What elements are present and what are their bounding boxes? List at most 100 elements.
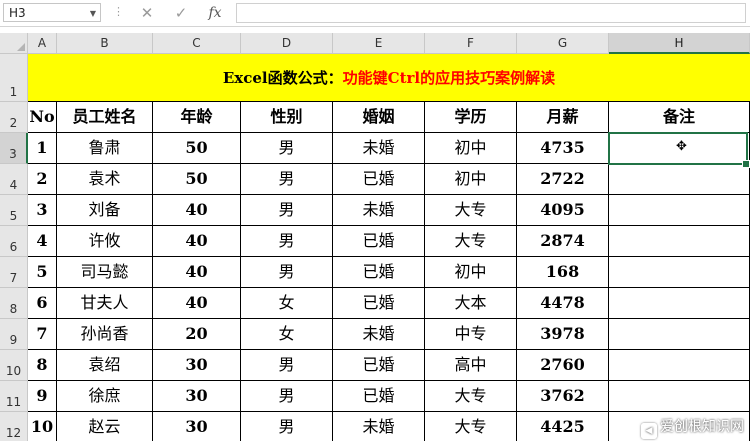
cell-marital[interactable]: 已婚 [333,226,425,257]
cell-salary[interactable]: 2722 [517,164,609,195]
cell-name[interactable]: 徐庶 [57,381,153,412]
cell-gender[interactable]: 男 [241,350,333,381]
row-header-1[interactable]: 1 [0,54,28,102]
cell-name[interactable]: 刘备 [57,195,153,226]
column-header-f[interactable]: F [425,33,517,54]
cell-name[interactable]: 赵云 [57,412,153,441]
cell-no[interactable]: 2 [28,164,57,195]
cell-education[interactable]: 大专 [425,381,517,412]
cell-education[interactable]: 大专 [425,195,517,226]
cell-remark[interactable] [609,350,750,381]
cell-gender[interactable]: 男 [241,257,333,288]
cell-education[interactable]: 高中 [425,350,517,381]
cell-marital[interactable]: 未婚 [333,319,425,350]
cell-age[interactable]: 40 [153,195,241,226]
cell-no[interactable]: 9 [28,381,57,412]
cell-gender[interactable]: 女 [241,288,333,319]
cell-name[interactable]: 鲁肃 [57,133,153,164]
cell-age[interactable]: 30 [153,381,241,412]
cancel-entry-icon[interactable]: ✕ [136,3,158,23]
header-cell-marital[interactable]: 婚姻 [333,102,425,133]
cell-name[interactable]: 甘夫人 [57,288,153,319]
cell-salary[interactable]: 2760 [517,350,609,381]
header-cell-name[interactable]: 员工姓名 [57,102,153,133]
cell-marital[interactable]: 已婚 [333,164,425,195]
cell-salary[interactable]: 2874 [517,226,609,257]
cell-education[interactable]: 初中 [425,257,517,288]
row-header-5[interactable]: 5 [0,195,28,226]
header-cell-gender[interactable]: 性别 [241,102,333,133]
cell-remark[interactable] [609,257,750,288]
more-options-icon[interactable]: ⋮ [113,5,124,18]
header-cell-no[interactable]: No [28,102,57,133]
cell-gender[interactable]: 女 [241,319,333,350]
cell-gender[interactable]: 男 [241,412,333,441]
cell-marital[interactable]: 未婚 [333,412,425,441]
cell-age[interactable]: 50 [153,133,241,164]
cell-marital[interactable]: 未婚 [333,195,425,226]
cell-name[interactable]: 袁术 [57,164,153,195]
cell-education[interactable]: 大本 [425,288,517,319]
insert-function-button[interactable]: fx [204,3,226,23]
cell-gender[interactable]: 男 [241,164,333,195]
cell-name[interactable]: 袁绍 [57,350,153,381]
cell-no[interactable]: 6 [28,288,57,319]
cell-no[interactable]: 7 [28,319,57,350]
column-header-g[interactable]: G [517,33,609,54]
cell-name[interactable]: 孙尚香 [57,319,153,350]
cell-education[interactable]: 大专 [425,226,517,257]
cell-no[interactable]: 8 [28,350,57,381]
cell-salary[interactable]: 4425 [517,412,609,441]
cell-gender[interactable]: 男 [241,133,333,164]
column-header-h[interactable]: H [609,33,750,54]
row-header-9[interactable]: 9 [0,319,28,350]
cell-education[interactable]: 初中 [425,133,517,164]
cell-marital[interactable]: 已婚 [333,288,425,319]
column-header-e[interactable]: E [333,33,425,54]
cell-salary[interactable]: 4735 [517,133,609,164]
header-cell-salary[interactable]: 月薪 [517,102,609,133]
column-header-d[interactable]: D [241,33,333,54]
cell-remark[interactable] [609,319,750,350]
row-header-3[interactable]: 3 [0,133,28,164]
cell-remark[interactable] [609,226,750,257]
cell-name[interactable]: 许攸 [57,226,153,257]
cell-remark[interactable] [609,164,750,195]
row-header-8[interactable]: 8 [0,288,28,319]
formula-input[interactable] [236,3,746,23]
cell-name[interactable]: 司马懿 [57,257,153,288]
cell-salary[interactable]: 3762 [517,381,609,412]
cell-salary[interactable]: 4095 [517,195,609,226]
header-cell-education[interactable]: 学历 [425,102,517,133]
cell-age[interactable]: 30 [153,350,241,381]
cell-education[interactable]: 大专 [425,412,517,441]
cell-gender[interactable]: 男 [241,381,333,412]
cell-gender[interactable]: 男 [241,195,333,226]
cell-no[interactable]: 3 [28,195,57,226]
cell-marital[interactable]: 已婚 [333,381,425,412]
row-header-11[interactable]: 11 [0,381,28,412]
row-header-2[interactable]: 2 [0,102,28,133]
cell-education[interactable]: 中专 [425,319,517,350]
cell-no[interactable]: 5 [28,257,57,288]
cell-marital[interactable]: 已婚 [333,350,425,381]
column-header-a[interactable]: A [28,33,57,54]
row-header-12[interactable]: 12 [0,412,28,441]
cell-remark[interactable] [609,381,750,412]
chevron-down-icon[interactable]: ▼ [90,4,96,23]
cell-salary[interactable]: 168 [517,257,609,288]
row-header-7[interactable]: 7 [0,257,28,288]
name-box[interactable]: H3 ▼ [3,3,101,22]
row-header-10[interactable]: 10 [0,350,28,381]
fill-handle[interactable] [742,160,750,168]
row-header-4[interactable]: 4 [0,164,28,195]
header-cell-age[interactable]: 年龄 [153,102,241,133]
cell-salary[interactable]: 3978 [517,319,609,350]
cell-remark[interactable] [609,288,750,319]
cell-marital[interactable]: 未婚 [333,133,425,164]
select-all-corner[interactable] [0,33,28,54]
cell-age[interactable]: 40 [153,226,241,257]
row-header-6[interactable]: 6 [0,226,28,257]
sheet-title[interactable]: Excel函数公式：功能键Ctrl的应用技巧案例解读 [28,54,750,102]
cell-no[interactable]: 4 [28,226,57,257]
